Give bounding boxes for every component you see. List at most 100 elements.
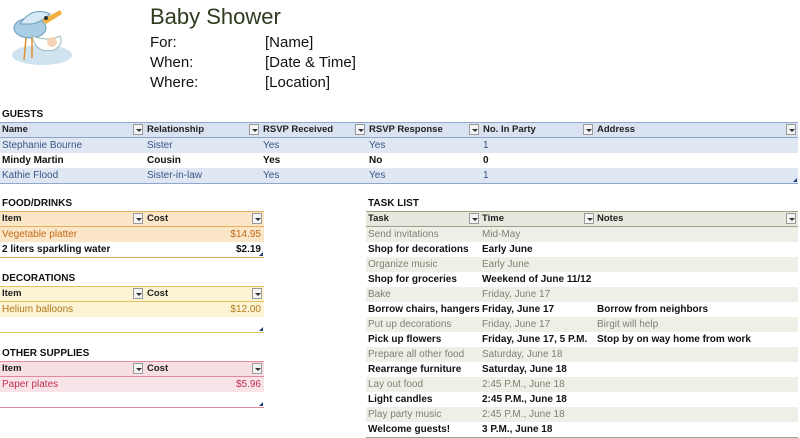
table-row[interactable]: Stephanie Bourne Sister Yes Yes 1: [0, 138, 798, 153]
task-time[interactable]: Friday, June 17: [480, 287, 595, 302]
supply-cost[interactable]: $5.96: [145, 377, 264, 392]
table-resize-handle-icon[interactable]: [259, 327, 263, 331]
table-resize-handle-icon[interactable]: [259, 252, 263, 256]
task-name[interactable]: Send invitations: [366, 227, 480, 242]
task-time[interactable]: Early June: [480, 257, 595, 272]
task-filter-dropdown-icon[interactable]: [469, 213, 479, 224]
name-filter-dropdown-icon[interactable]: [133, 124, 143, 135]
task-notes[interactable]: [595, 257, 798, 272]
task-notes[interactable]: Birgit will help: [595, 317, 798, 332]
decoration-cost[interactable]: $12.00: [145, 302, 264, 317]
task-name[interactable]: Prepare all other food: [366, 347, 480, 362]
task-time[interactable]: Friday, June 17, 5 P.M.: [480, 332, 595, 347]
address-filter-dropdown-icon[interactable]: [786, 124, 796, 135]
decoration-item[interactable]: Helium balloons: [0, 302, 145, 317]
table-row[interactable]: Rearrange furniture Saturday, June 18: [366, 362, 798, 377]
task-name[interactable]: Borrow chairs, hangers: [366, 302, 480, 317]
table-row[interactable]: Shop for groceries Weekend of June 11/12: [366, 272, 798, 287]
task-time[interactable]: Early June: [480, 242, 595, 257]
table-row[interactable]: Organize music Early June: [366, 257, 798, 272]
table-row[interactable]: Pick up flowers Friday, June 17, 5 P.M. St…: [366, 332, 798, 347]
guest-party-count[interactable]: 1: [481, 138, 595, 153]
task-notes[interactable]: [595, 377, 798, 392]
table-row[interactable]: Borrow chairs, hangers Friday, June 17 Bor…: [366, 302, 798, 317]
table-row[interactable]: Put up decorations Friday, June 17 Birgit …: [366, 317, 798, 332]
relationship-filter-dropdown-icon[interactable]: [249, 124, 259, 135]
food-cost-filter-dropdown-icon[interactable]: [252, 213, 262, 224]
decorations-item-filter-dropdown-icon[interactable]: [133, 288, 143, 299]
task-notes[interactable]: [595, 272, 798, 287]
food-cost[interactable]: $14.95: [145, 227, 264, 242]
task-time[interactable]: Friday, June 17: [480, 317, 595, 332]
guest-rsvp-response[interactable]: Yes: [367, 168, 481, 183]
time-filter-dropdown-icon[interactable]: [584, 213, 594, 224]
task-name[interactable]: Welcome guests!: [366, 422, 480, 437]
notes-filter-dropdown-icon[interactable]: [786, 213, 796, 224]
guest-name[interactable]: Kathie Flood: [0, 168, 145, 183]
supplies-item-filter-dropdown-icon[interactable]: [133, 363, 143, 374]
guest-name[interactable]: Mindy Martin: [0, 153, 145, 168]
food-cost[interactable]: $2.19: [145, 242, 264, 257]
decorations-cost-filter-dropdown-icon[interactable]: [252, 288, 262, 299]
task-time[interactable]: Saturday, June 18: [480, 362, 595, 377]
table-row[interactable]: Kathie Flood Sister-in-law Yes Yes 1: [0, 168, 798, 184]
food-item-filter-dropdown-icon[interactable]: [133, 213, 143, 224]
task-name[interactable]: Shop for groceries: [366, 272, 480, 287]
table-row[interactable]: Bake Friday, June 17: [366, 287, 798, 302]
task-notes[interactable]: [595, 347, 798, 362]
task-notes[interactable]: [595, 392, 798, 407]
table-row[interactable]: [0, 317, 264, 333]
table-row[interactable]: Paper plates $5.96: [0, 377, 264, 392]
task-name[interactable]: Put up decorations: [366, 317, 480, 332]
task-name[interactable]: Organize music: [366, 257, 480, 272]
table-row[interactable]: 2 liters sparkling water $2.19: [0, 242, 264, 258]
task-time[interactable]: Weekend of June 11/12: [480, 272, 595, 287]
table-row[interactable]: Prepare all other food Saturday, June 18: [366, 347, 798, 362]
table-row[interactable]: Mindy Martin Cousin Yes No 0: [0, 153, 798, 168]
for-value[interactable]: [Name]: [265, 34, 313, 51]
task-time[interactable]: 2:45 P.M., June 18: [480, 377, 595, 392]
rsvp-response-filter-dropdown-icon[interactable]: [469, 124, 479, 135]
table-row[interactable]: Shop for decorations Early June: [366, 242, 798, 257]
table-row[interactable]: Play party music 2:45 P.M., June 18: [366, 407, 798, 422]
task-notes[interactable]: Borrow from neighbors: [595, 302, 798, 317]
supplies-cost-filter-dropdown-icon[interactable]: [252, 363, 262, 374]
task-time[interactable]: 2:45 P.M., June 18: [480, 407, 595, 422]
guest-party-count[interactable]: 1: [481, 168, 595, 183]
supply-item[interactable]: Paper plates: [0, 377, 145, 392]
party-filter-dropdown-icon[interactable]: [583, 124, 593, 135]
task-name[interactable]: Lay out food: [366, 377, 480, 392]
table-row[interactable]: [0, 392, 264, 408]
task-time[interactable]: Friday, June 17: [480, 302, 595, 317]
guest-party-count[interactable]: 0: [481, 153, 595, 168]
guest-relationship[interactable]: Sister: [145, 138, 261, 153]
table-row[interactable]: Send invitations Mid-May: [366, 227, 798, 242]
table-row[interactable]: Vegetable platter $14.95: [0, 227, 264, 242]
task-time[interactable]: 2:45 P.M., June 18: [480, 392, 595, 407]
task-notes[interactable]: [595, 287, 798, 302]
task-name[interactable]: Play party music: [366, 407, 480, 422]
task-name[interactable]: Bake: [366, 287, 480, 302]
task-time[interactable]: Mid-May: [480, 227, 595, 242]
task-name[interactable]: Shop for decorations: [366, 242, 480, 257]
task-time[interactable]: Saturday, June 18: [480, 347, 595, 362]
table-resize-handle-icon[interactable]: [259, 402, 263, 406]
task-name[interactable]: Light candles: [366, 392, 480, 407]
guest-rsvp-received[interactable]: Yes: [261, 153, 367, 168]
when-value[interactable]: [Date & Time]: [265, 54, 356, 71]
guest-name[interactable]: Stephanie Bourne: [0, 138, 145, 153]
rsvp-received-filter-dropdown-icon[interactable]: [355, 124, 365, 135]
table-row[interactable]: Helium balloons $12.00: [0, 302, 264, 317]
guest-relationship[interactable]: Cousin: [145, 153, 261, 168]
where-value[interactable]: [Location]: [265, 74, 330, 91]
task-name[interactable]: Pick up flowers: [366, 332, 480, 347]
guest-address[interactable]: [595, 138, 798, 153]
task-notes[interactable]: [595, 422, 798, 437]
task-time[interactable]: 3 P.M., June 18: [480, 422, 595, 437]
task-notes[interactable]: [595, 227, 798, 242]
table-row[interactable]: Light candles 2:45 P.M., June 18: [366, 392, 798, 407]
table-resize-handle-icon[interactable]: [793, 178, 797, 182]
guest-rsvp-received[interactable]: Yes: [261, 138, 367, 153]
food-item[interactable]: Vegetable platter: [0, 227, 145, 242]
task-name[interactable]: Rearrange furniture: [366, 362, 480, 377]
